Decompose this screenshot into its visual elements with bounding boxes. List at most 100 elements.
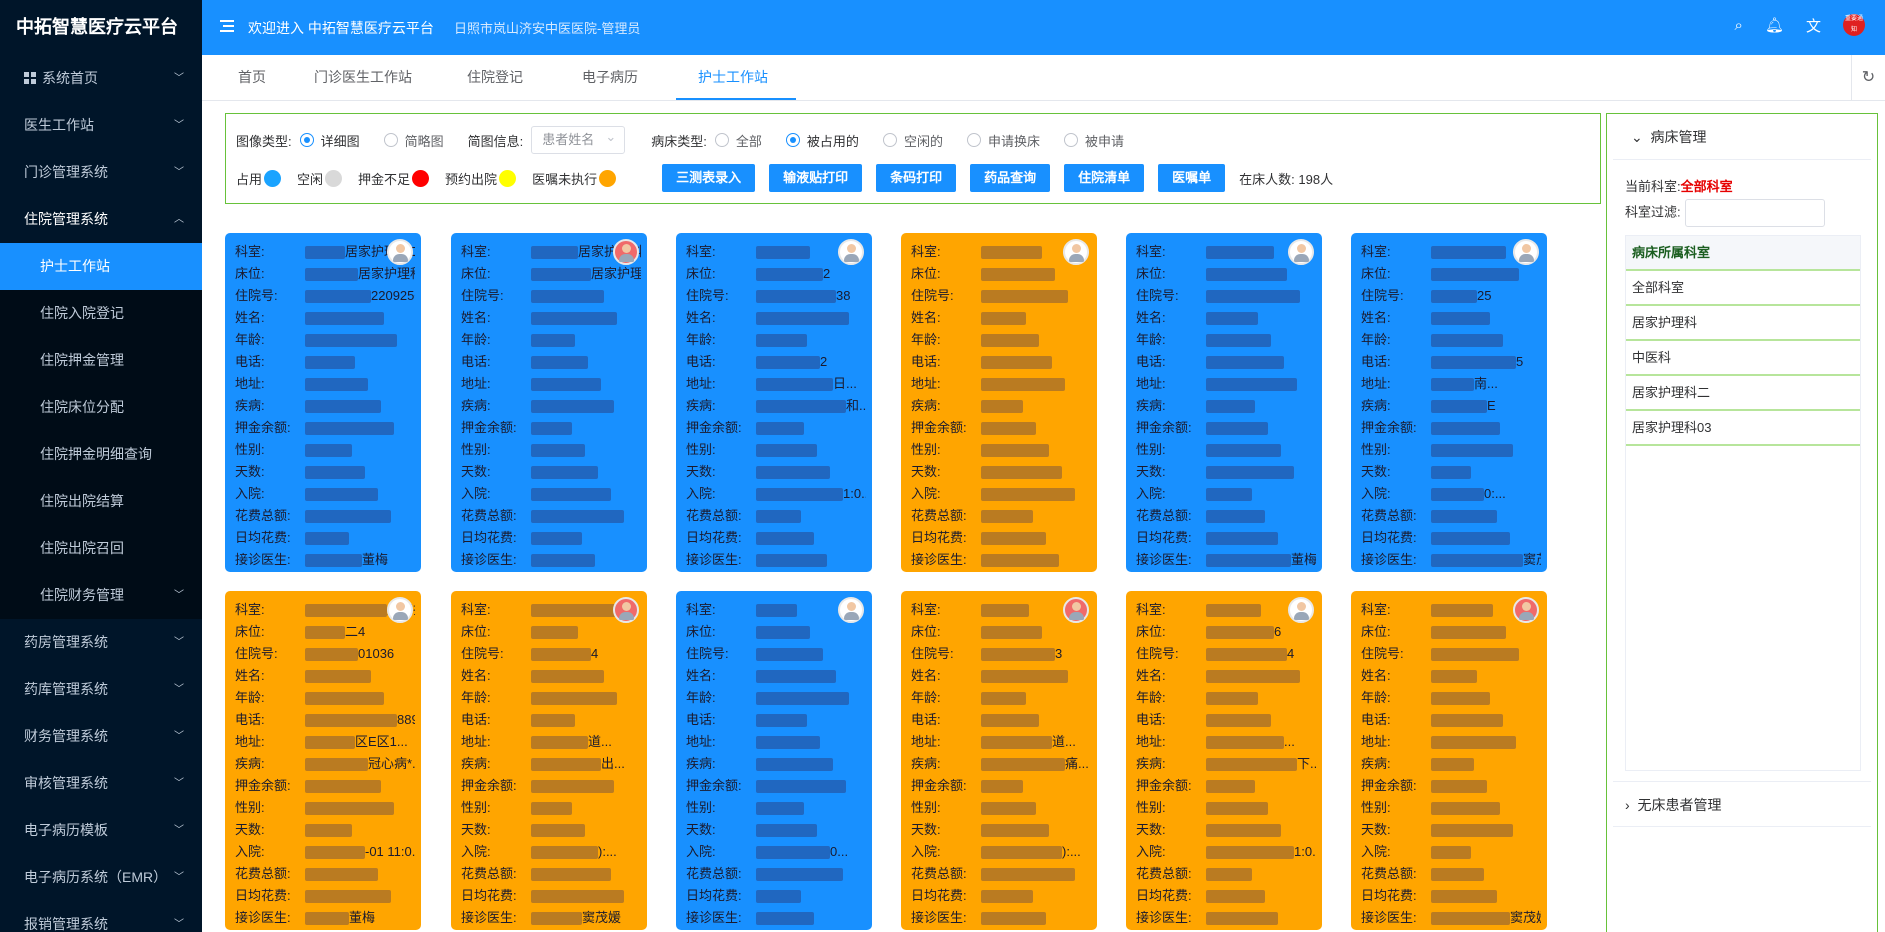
card-field-label: 电话: [461, 354, 491, 369]
bed-card[interactable]: 科室: 床位: 6 住院号: 4 姓名: 年龄: 电话: 地址:... 疾病: 下... 押金余额: 性… [1126, 591, 1322, 930]
sidebar-item-emr[interactable]: 电子病历系统（EMR） ﹀ [0, 854, 202, 901]
sidebar-item-emr-template[interactable]: 电子病历模板 ﹀ [0, 807, 202, 854]
chevron-down-icon: ﹀ [174, 637, 184, 648]
radio-free[interactable]: 空闲的 [882, 131, 943, 150]
radio-dot-icon [966, 133, 981, 147]
dept-row[interactable]: 居家护理科 [1626, 306, 1860, 341]
card-field-value [305, 863, 378, 885]
sidebar-item-pharmacy[interactable]: 药房管理系统 ﹀ [0, 619, 202, 666]
sidebar-item-inpatient[interactable]: 住院管理系统 ︿ [0, 196, 202, 243]
radio-detail[interactable]: 详细图 [299, 131, 360, 150]
card-field-row: 疾病: [235, 395, 421, 417]
sidebar-item-label: 药房管理系统 [24, 634, 108, 650]
card-field-row: 地址: 道... [911, 731, 1097, 753]
bed-card[interactable]: 科室: 床位: 住院号: 3 姓名: 年龄: 电话: 地址: 道... 疾病: 痛... 押金余额: 性… [901, 591, 1097, 930]
card-field-label: 床位: [911, 624, 941, 639]
sidebar-item-doctor[interactable]: 医生工作站 ﹀ [0, 102, 202, 149]
bed-card[interactable]: 科室:居家护理科床位:居家护理科2住院号:姓名:年龄:电话:地址:疾病:押金余额… [451, 233, 647, 572]
redacted-value [1206, 604, 1261, 618]
bed-card[interactable]: 科室: 床位: 住院号: 25 姓名: 年龄: 电话: 5 地址: 南... 疾病: E 押金余额: 性别… [1351, 233, 1547, 572]
visible-value-text: 4 [1287, 646, 1295, 661]
radio-all[interactable]: 全部 [714, 131, 762, 150]
sidebar-item-audit[interactable]: 审核管理系统 ﹀ [0, 760, 202, 807]
sidebar-sub-recall[interactable]: 住院出院召回 [0, 525, 202, 572]
card-field-row: 疾病: 出... [461, 753, 647, 775]
dept-row[interactable]: 全部科室 [1626, 271, 1860, 306]
translate-icon[interactable]: 文 [1806, 15, 1821, 36]
radio-brief[interactable]: 简略图 [383, 131, 444, 150]
visible-value-text: 2 [820, 354, 828, 369]
search-icon[interactable]: ⌕ [1735, 17, 1743, 34]
card-field-value [1206, 687, 1258, 709]
sidebar-sub-admission[interactable]: 住院入院登记 [0, 290, 202, 337]
drug-query-button[interactable]: 药品查询 [970, 164, 1051, 192]
brief-info-select[interactable]: 患者姓名 [531, 124, 626, 154]
card-field-label: 年龄: [1361, 690, 1391, 705]
no-bed-patient-section[interactable]: › 无床患者管理 [1613, 781, 1871, 827]
bed-card[interactable]: 科室: 床位: 住院号: 姓名: 年龄: 电话: 地址: 疾病: 押金余额: 性别: 天数: 入院: 花… [901, 233, 1097, 572]
card-field-label: 床位: [686, 266, 716, 281]
sidebar-sub-finance[interactable]: 住院财务管理 ﹀ [0, 572, 202, 619]
sidebar-sub-deposit[interactable]: 住院押金管理 [0, 337, 202, 384]
sidebar-sub-bed-assign[interactable]: 住院床位分配 [0, 384, 202, 431]
bed-card[interactable]: 科室:居家护理科二床位:二4住院号:01036姓名:年龄:电话:889地址:区E… [225, 591, 421, 930]
sidebar-item-drugstore[interactable]: 药库管理系统 ﹀ [0, 666, 202, 713]
tab-outpatient-doctor[interactable]: 门诊医生工作站 [314, 55, 412, 100]
bed-card[interactable]: 科室: 床位: 住院号: 姓名: 年龄: 电话: 地址: 疾病: 押金余额: 性别: 天数: 入院: 0… [676, 591, 872, 930]
inpatient-list-button[interactable]: 住院清单 [1064, 164, 1145, 192]
barcode-print-button[interactable]: 条码打印 [876, 164, 957, 192]
radio-requested[interactable]: 被申请 [1063, 131, 1124, 150]
card-field-label: 姓名: [1136, 668, 1166, 683]
redacted-value [981, 714, 1039, 728]
patient-avatar-icon [613, 597, 639, 623]
sidebar-sub-nurse-station[interactable]: 护士工作站 [0, 243, 202, 290]
visible-value-text: 25 [1477, 288, 1492, 303]
bed-card[interactable]: 科室: 床位: 住院号: 姓名: 年龄: 电话: 地址: 疾病: 押金余额: 性别: 天数: 入院: 花… [1351, 591, 1547, 930]
dept-row[interactable]: 居家护理科03 [1626, 411, 1860, 446]
chevron-down-icon: ﹀ [174, 120, 184, 131]
radio-change-request[interactable]: 申请换床 [966, 131, 1040, 150]
card-field-value [756, 665, 836, 687]
radio-occupied[interactable]: 被占用的 [785, 131, 859, 150]
bed-card[interactable]: 科室: 床位: 住院号: 4 姓名: 年龄: 电话: 地址: 道... 疾病: 出... 押金余额: 性… [451, 591, 647, 930]
dept-row[interactable]: 中医科 [1626, 341, 1860, 376]
card-field-row: 性别: [686, 439, 872, 461]
dept-row[interactable]: 居家护理科二 [1626, 376, 1860, 411]
infusion-label-print-button[interactable]: 输液贴打印 [769, 164, 863, 192]
tab-admission[interactable]: 住院登记 [467, 55, 523, 100]
sidebar-item-reimburse[interactable]: 报销管理系统 ﹀ [0, 901, 202, 932]
vitals-entry-button[interactable]: 三测表录入 [662, 164, 756, 192]
card-field-value [981, 527, 1046, 549]
card-field-label: 日均花费: [911, 530, 967, 545]
sidebar-sub-discharge[interactable]: 住院出院结算 [0, 478, 202, 525]
refresh-icon[interactable]: ↻ [1851, 55, 1885, 100]
menu-toggle-icon[interactable] [220, 20, 234, 32]
bed-card[interactable]: 科室:居家护理科二床位:居家护理科二1住院号:2209250010??姓名:年龄… [225, 233, 421, 572]
medical-order-button[interactable]: 医嘱单 [1158, 164, 1226, 192]
card-field-value [981, 329, 1039, 351]
card-field-value [756, 307, 849, 329]
sidebar-item-finance[interactable]: 财务管理系统 ﹀ [0, 713, 202, 760]
tab-home[interactable]: 首页 [238, 55, 266, 100]
bed-card[interactable]: 科室: 床位: 2 住院号: 38 姓名: 年龄: 电话: 2 地址: 日... 疾病: 和... 押金余… [676, 233, 872, 572]
card-field-value [531, 285, 604, 307]
sidebar-sub-deposit-query[interactable]: 住院押金明细查询 [0, 431, 202, 478]
tab-emr[interactable]: 电子病历 [582, 55, 638, 100]
tab-nurse-station[interactable]: 护士工作站 [676, 55, 796, 100]
card-field-value [756, 907, 814, 929]
bed-card[interactable]: 科室: 床位: 住院号: 姓名: 年龄: 电话: 地址: 疾病: 押金余额: 性别: 天数: 入院: 花… [1126, 233, 1322, 572]
sidebar-item-home[interactable]: 系统首页 ﹀ [0, 55, 202, 102]
card-field-value [1206, 665, 1300, 687]
bed-management-header[interactable]: ⌄ 病床管理 [1613, 114, 1871, 160]
card-field-row: 日均花费: [461, 527, 647, 549]
user-avatar[interactable]: 重要通知 [1843, 14, 1865, 36]
dept-filter-input[interactable] [1684, 199, 1825, 227]
sidebar-item-outpatient[interactable]: 门诊管理系统 ﹀ [0, 149, 202, 196]
card-field-value [531, 527, 582, 549]
visible-value-text: ):... [1062, 844, 1081, 859]
card-field-row: 电话: [911, 351, 1097, 373]
redacted-value [1206, 268, 1287, 282]
card-field-value: 出... [531, 753, 625, 775]
bell-icon[interactable]: 🔔︎ [1765, 16, 1784, 34]
card-field-row: 性别: [1136, 439, 1322, 461]
